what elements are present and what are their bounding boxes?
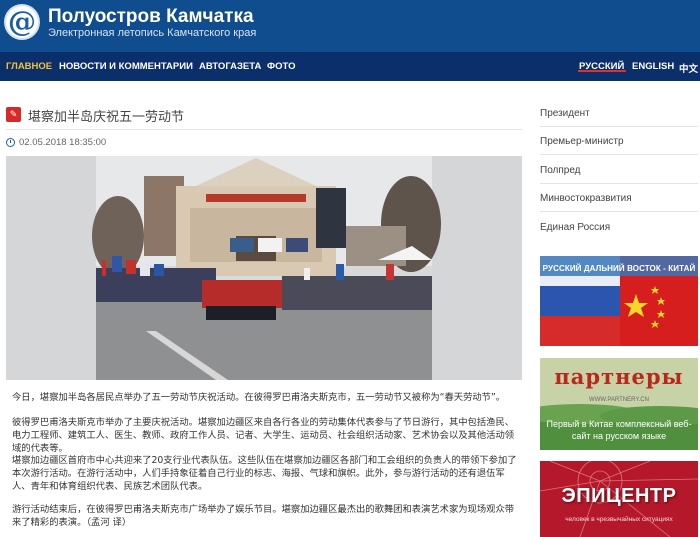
article-title: 堪察加半岛庆祝五一劳动节 bbox=[28, 110, 185, 125]
banner-partners-title: партнеры bbox=[554, 364, 684, 389]
sidebar-divider bbox=[540, 183, 698, 184]
site-subtitle: Электронная летопись Камчатского края bbox=[48, 27, 257, 39]
banner-russia-china[interactable]: РУССКИЙ ДАЛЬНИЙ ВОСТОК - КИТАЙ bbox=[540, 256, 698, 346]
banner-epicenter[interactable]: ЭПИЦЕНТР человек в чрезвычайных ситуация… bbox=[540, 461, 698, 537]
article-type-icon: ✎ bbox=[6, 107, 21, 122]
nav-item-news[interactable]: НОВОСТИ И КОММЕНТАРИИ bbox=[59, 61, 193, 72]
site-header: @ Полуостров Камчатка Электронная летопи… bbox=[0, 0, 700, 52]
sidebar-divider bbox=[540, 154, 698, 155]
article-paragraph-2: 彼得罗巴甫洛夫斯克市举办了主要庆祝活动。堪察加边疆区来自各行各业的劳动集体代表参… bbox=[12, 417, 515, 454]
banner-partners[interactable]: партнеры WWW.PARTNERY.CN Первый в Китае … bbox=[540, 358, 698, 450]
banner-partners-caption: Первый в Китае комплексный веб-сайт на р… bbox=[546, 419, 692, 441]
sidebar-divider bbox=[540, 126, 698, 127]
article-paragraph-1: 今日，堪察加半岛各居民点举办了五一劳动节庆祝活动。在彼得罗巴甫洛夫斯克市，五一劳… bbox=[12, 392, 506, 403]
banner-epicenter-title: ЭПИЦЕНТР bbox=[561, 485, 677, 507]
site-logo-icon[interactable]: @ bbox=[4, 4, 40, 40]
nav-item-photo[interactable]: ФОТО bbox=[267, 61, 295, 72]
nav-item-autogazeta[interactable]: АВТОГАЗЕТА bbox=[199, 61, 261, 72]
article-photo[interactable] bbox=[6, 156, 522, 380]
article-paragraph-4: 游行活动结束后，在彼得罗巴甫洛夫斯克市广场举办了娱乐节目。堪察加边疆区最杰出的歌… bbox=[12, 504, 515, 528]
title-divider bbox=[6, 129, 522, 130]
parade-photo-image bbox=[6, 156, 522, 380]
banner-epicenter-caption: человек в чрезвычайных ситуациях bbox=[565, 516, 673, 523]
lang-english[interactable]: ENGLISH bbox=[632, 61, 674, 72]
site-title[interactable]: Полуостров Камчатка bbox=[48, 6, 254, 28]
sidebar-link-polpred[interactable]: Полпред bbox=[540, 165, 581, 176]
main-nav: ГЛАВНОЕ НОВОСТИ И КОММЕНТАРИИ АВТОГАЗЕТА… bbox=[0, 52, 700, 81]
sidebar-divider bbox=[540, 211, 698, 212]
sidebar-link-united-russia[interactable]: Единая Россия bbox=[540, 222, 610, 233]
lang-chinese[interactable]: 中文 bbox=[679, 61, 698, 75]
nav-item-main[interactable]: ГЛАВНОЕ bbox=[6, 61, 52, 72]
banner-russia-china-caption: РУССКИЙ ДАЛЬНИЙ ВОСТОК - КИТАЙ bbox=[542, 264, 696, 273]
sidebar-link-prime-minister[interactable]: Премьер-министр bbox=[540, 136, 624, 147]
sidebar-link-president[interactable]: Президент bbox=[540, 108, 590, 119]
article-date-text: 02.05.2018 18:35:00 bbox=[19, 137, 107, 148]
active-language-underline bbox=[578, 70, 626, 72]
article-paragraph-3: 堪察加边疆区首府市中心共迎来了20支行业代表队伍。这些队伍在堪察加边疆区各部门和… bbox=[12, 455, 517, 492]
sidebar-link-minvostok[interactable]: Минвостокразвития bbox=[540, 193, 632, 204]
banner-partners-url: WWW.PARTNERY.CN bbox=[589, 397, 649, 403]
clock-icon bbox=[6, 138, 15, 147]
article-date: 02.05.2018 18:35:00 bbox=[6, 137, 106, 148]
